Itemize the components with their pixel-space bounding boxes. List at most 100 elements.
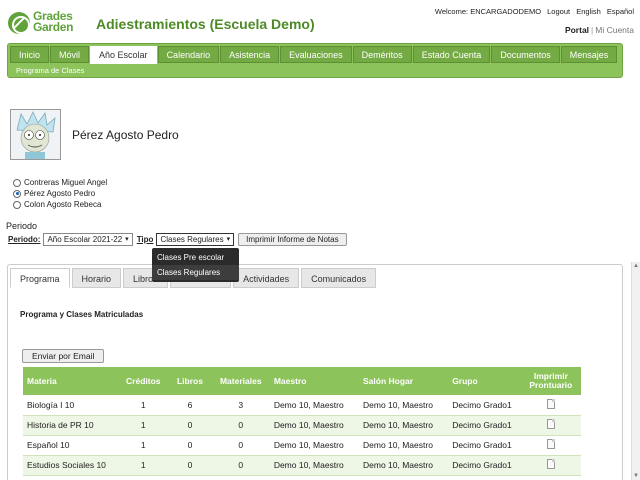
cell-materiales[interactable]: 0	[211, 435, 270, 456]
nav-tabs: Inicio Móvil Año Escolar Calendario Asis…	[10, 46, 618, 64]
table-row: Español 10 1 0 0 Demo 10, Maestro Demo 1…	[23, 435, 581, 456]
cell-libros[interactable]: 6	[168, 395, 212, 416]
column-header: Grupo	[448, 367, 521, 395]
column-header: Materiales	[211, 367, 270, 395]
student-option[interactable]: Colon Agosto Rebeca	[13, 199, 107, 210]
nav-tab-inicio[interactable]: Inicio	[10, 46, 50, 63]
cell-grupo: Decimo Grado1	[448, 415, 521, 436]
nav-tab-movil[interactable]: Móvil	[50, 46, 90, 63]
radio-button[interactable]	[13, 200, 21, 209]
column-header: Maestro	[269, 367, 359, 395]
scroll-up-icon[interactable]: ▲	[632, 262, 640, 270]
english-link[interactable]: English	[576, 7, 601, 16]
cell-prontuario	[520, 395, 581, 416]
cell-grupo: Decimo Grado1	[448, 395, 521, 416]
tipo-select[interactable]: Clases Regulares ▾	[156, 233, 235, 246]
cell-creditos: 1	[118, 455, 169, 476]
tab-programa[interactable]: Programa	[10, 268, 70, 288]
cell-salon-hogar: Demo 10, Maestro	[359, 415, 449, 436]
cell-creditos: 1	[118, 435, 169, 456]
table-row: Biología I 10 1 6 3 Demo 10, Maestro Dem…	[23, 395, 581, 416]
column-header: Libros	[168, 367, 212, 395]
table-header-row: Materia Créditos Libros Materiales Maest…	[23, 367, 581, 395]
portal-links: Portal | Mi Cuenta	[565, 25, 634, 35]
student-selector: Contreras Miguel Angel Pérez Agosto Pedr…	[13, 177, 107, 210]
subnav-programa-clases[interactable]: Programa de Clases	[16, 66, 84, 75]
tab-comunicados[interactable]: Comunicados	[301, 268, 377, 288]
cell-prontuario	[520, 455, 581, 476]
content-panel: Programa Horario Libros Materiales Activ…	[7, 264, 623, 480]
scroll-down-icon[interactable]: ▼	[632, 472, 640, 480]
nav-tab-asistencia[interactable]: Asistencia	[220, 46, 280, 63]
cell-libros[interactable]: 0	[168, 435, 212, 456]
cell-materiales[interactable]: 3	[211, 395, 270, 416]
email-button[interactable]: Enviar por Email	[22, 349, 105, 363]
table-row: Historia de PR 10 1 0 0 Demo 10, Maestro…	[23, 415, 581, 436]
mi-cuenta-link[interactable]: Mi Cuenta	[595, 25, 634, 35]
student-option-label: Contreras Miguel Angel	[24, 178, 108, 187]
espanol-link[interactable]: Español	[607, 7, 634, 16]
chevron-down-icon: ▾	[226, 236, 231, 243]
student-option[interactable]: Pérez Agosto Pedro	[13, 188, 107, 199]
student-option[interactable]: Contreras Miguel Angel	[13, 177, 107, 188]
cell-materia: Biología I 10	[23, 395, 119, 416]
student-option-label: Colon Agosto Rebeca	[24, 200, 102, 209]
tipo-dropdown-list: Clases Pre escolar Clases Regulares	[152, 248, 239, 282]
radio-button-checked[interactable]	[13, 189, 21, 198]
cell-salon-hogar: Demo 10, Maestro	[359, 455, 449, 476]
portal-separator: |	[591, 25, 594, 35]
student-option-label: Pérez Agosto Pedro	[24, 189, 96, 198]
section-title: Programa y Clases Matriculadas	[20, 310, 144, 319]
cell-libros[interactable]: 0	[168, 455, 212, 476]
nav-tab-ano-escolar[interactable]: Año Escolar	[90, 46, 157, 64]
classes-table: Materia Créditos Libros Materiales Maest…	[23, 367, 581, 476]
page-scrollbar[interactable]: ▲ ▼	[631, 262, 640, 480]
document-icon[interactable]	[546, 419, 555, 429]
cell-materia: Español 10	[23, 435, 119, 456]
periodo-select-value: Año Escolar 2021-22	[47, 235, 123, 244]
print-report-button[interactable]: Imprimir Informe de Notas	[238, 233, 347, 246]
tipo-label: Tipo	[136, 235, 154, 244]
document-icon[interactable]	[546, 398, 555, 409]
cell-materiales[interactable]: 0	[211, 455, 270, 476]
logo-mark-icon	[8, 12, 30, 34]
cell-creditos: 1	[118, 395, 169, 416]
cell-materiales[interactable]: 0	[211, 415, 270, 436]
nav-tab-calendario[interactable]: Calendario	[157, 46, 220, 63]
dropdown-option-regulares[interactable]: Clases Regulares	[152, 265, 239, 280]
nav-tab-estado-cuenta[interactable]: Estado Cuenta	[412, 46, 491, 63]
cell-creditos: 1	[118, 415, 169, 436]
tipo-select-value: Clases Regulares	[160, 235, 224, 244]
column-header: Créditos	[118, 367, 169, 395]
cell-libros[interactable]: 0	[168, 415, 212, 436]
nav-tab-evaluaciones[interactable]: Evaluaciones	[280, 46, 352, 63]
portal-link[interactable]: Portal	[565, 25, 589, 35]
cell-salon-hogar: Demo 10, Maestro	[359, 435, 449, 456]
welcome-text: Welcome: ENCARGADODEMO	[434, 7, 542, 16]
cell-grupo: Decimo Grado1	[448, 435, 521, 456]
periodo-select[interactable]: Año Escolar 2021-22 ▾	[43, 233, 133, 246]
nav-tab-mensajes[interactable]: Mensajes	[560, 46, 618, 63]
grades-garden-logo[interactable]: Grades Garden	[8, 10, 84, 34]
column-header: Salón Hogar	[359, 367, 449, 395]
column-header: Materia	[23, 367, 119, 395]
cell-grupo: Decimo Grado1	[448, 455, 521, 476]
nav-tab-demeritos[interactable]: Deméritos	[352, 46, 412, 63]
tab-actividades[interactable]: Actividades	[233, 268, 300, 288]
document-icon[interactable]	[546, 439, 555, 449]
logout-link[interactable]: Logout	[547, 7, 570, 16]
cell-salon-hogar: Demo 10, Maestro	[359, 395, 449, 416]
dropdown-option-pre-escolar[interactable]: Clases Pre escolar	[152, 250, 239, 265]
student-avatar	[10, 109, 61, 160]
cell-maestro: Demo 10, Maestro	[269, 455, 359, 476]
page-title: Adiestramientos (Escuela Demo)	[96, 16, 315, 32]
tab-horario[interactable]: Horario	[71, 268, 122, 288]
cell-maestro: Demo 10, Maestro	[269, 435, 359, 456]
logo-text: Grades Garden	[33, 10, 74, 33]
cell-prontuario	[520, 415, 581, 436]
student-name: Pérez Agosto Pedro	[72, 128, 179, 142]
cell-maestro: Demo 10, Maestro	[269, 395, 359, 416]
radio-button[interactable]	[13, 178, 21, 187]
nav-tab-documentos[interactable]: Documentos	[491, 46, 560, 63]
document-icon[interactable]	[546, 459, 555, 469]
